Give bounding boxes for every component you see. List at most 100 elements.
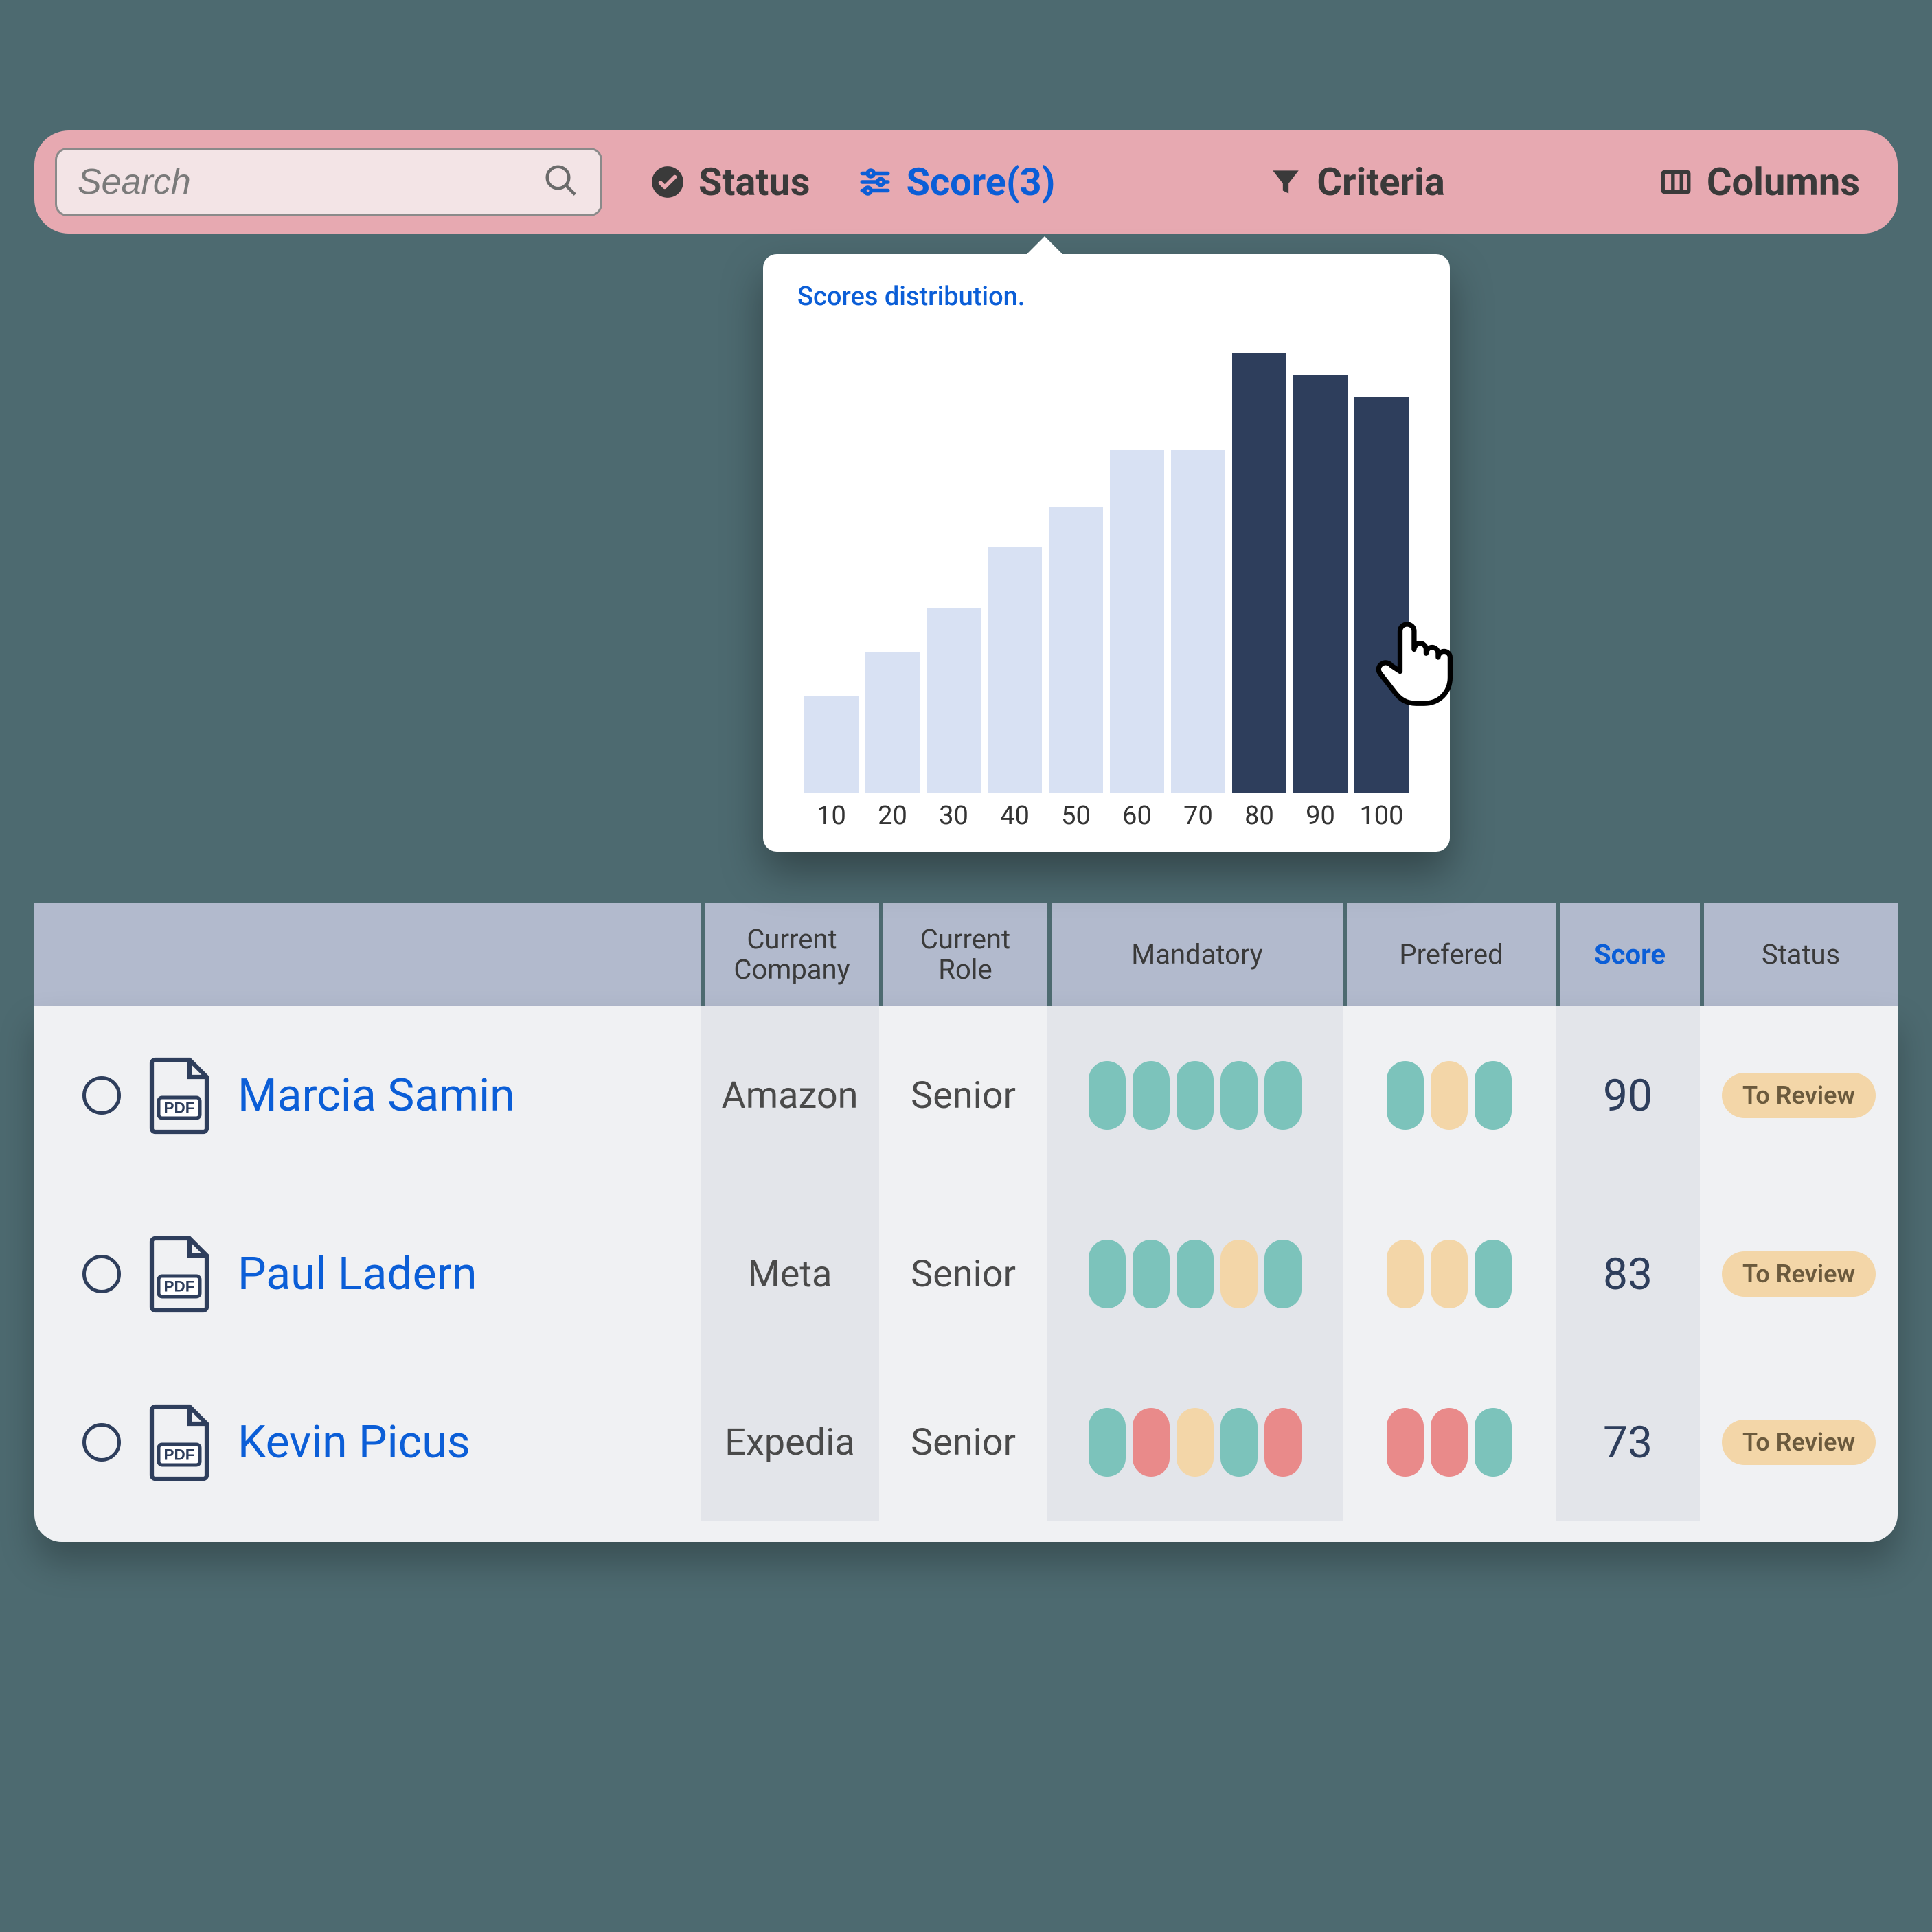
criteria-pill [1431, 1408, 1468, 1477]
filter-columns-label: Columns [1707, 159, 1860, 205]
role-cell: Senior [879, 1185, 1047, 1363]
status-badge[interactable]: To Review [1722, 1420, 1876, 1465]
th-company[interactable]: Current Company [701, 903, 879, 1006]
filter-columns[interactable]: Columns [1659, 159, 1860, 205]
chart-bar[interactable] [865, 652, 920, 793]
filter-score[interactable]: Score(3) [858, 159, 1055, 205]
chart-bar[interactable] [1293, 375, 1348, 793]
score-value: 83 [1603, 1249, 1652, 1300]
svg-text:PDF: PDF [164, 1446, 195, 1463]
criteria-pill [1475, 1061, 1512, 1130]
search-box[interactable] [55, 148, 602, 216]
criteria-pill [1133, 1240, 1170, 1308]
criteria-pill [1220, 1408, 1258, 1477]
status-cell: To Review [1700, 1006, 1898, 1185]
chart-bar[interactable] [1232, 353, 1286, 793]
th-score[interactable]: Score [1556, 903, 1700, 1006]
th-name[interactable] [34, 903, 701, 1006]
score-distribution-chart[interactable] [797, 326, 1416, 793]
filter-status-label: Status [698, 159, 810, 205]
th-status[interactable]: Status [1700, 903, 1898, 1006]
columns-icon [1659, 165, 1693, 199]
mandatory-cell [1047, 1363, 1343, 1521]
search-input[interactable] [78, 161, 543, 203]
candidates-table: Current Company Current Role Mandatory P… [34, 903, 1898, 1542]
chart-tick-label: 90 [1293, 801, 1348, 831]
row-select-radio[interactable] [82, 1076, 121, 1115]
criteria-pill [1475, 1408, 1512, 1477]
filter-status[interactable]: Status [650, 159, 810, 205]
company-cell: Expedia [701, 1363, 879, 1521]
criteria-pill [1387, 1061, 1424, 1130]
mandatory-cell [1047, 1006, 1343, 1185]
company-cell: Amazon [701, 1006, 879, 1185]
filter-score-label: Score(3) [906, 159, 1055, 205]
pdf-icon[interactable]: PDF [145, 1235, 214, 1314]
table-header: Current Company Current Role Mandatory P… [34, 903, 1898, 1006]
table-body: PDF Marcia Samin PDF Paul Ladern PDF Kevin Pi… [34, 1006, 1898, 1542]
score-cell: 83 [1556, 1185, 1700, 1363]
chart-tick-label: 30 [927, 801, 981, 831]
criteria-pill [1220, 1061, 1258, 1130]
criteria-pill [1387, 1240, 1424, 1308]
chart-tick-label: 10 [804, 801, 859, 831]
status-badge[interactable]: To Review [1722, 1251, 1876, 1297]
chart-bar[interactable] [988, 547, 1042, 793]
chart-bar[interactable] [1354, 397, 1409, 793]
score-value: 73 [1603, 1417, 1652, 1468]
chart-tick-label: 50 [1049, 801, 1103, 831]
prefered-cell [1343, 1185, 1556, 1363]
chart-bar[interactable] [1049, 507, 1103, 793]
candidate-name[interactable]: Kevin Picus [238, 1416, 470, 1469]
role-cell: Senior [879, 1006, 1047, 1185]
row-select-radio[interactable] [82, 1423, 121, 1462]
criteria-pill [1177, 1061, 1214, 1130]
criteria-pill [1431, 1061, 1468, 1130]
chart-bar[interactable] [927, 608, 981, 793]
chart-tick-label: 70 [1171, 801, 1225, 831]
check-circle-icon [650, 165, 685, 199]
pdf-icon[interactable]: PDF [145, 1403, 214, 1482]
status-badge[interactable]: To Review [1722, 1073, 1876, 1118]
score-popover: Scores distribution. 1020304050607080901… [763, 254, 1450, 852]
status-cell: To Review [1700, 1185, 1898, 1363]
chart-bar[interactable] [804, 696, 859, 793]
th-prefered[interactable]: Prefered [1343, 903, 1556, 1006]
chart-bar[interactable] [1110, 450, 1164, 793]
chart-tick-label: 20 [865, 801, 920, 831]
filter-criteria[interactable]: Criteria [1269, 159, 1444, 205]
pdf-icon[interactable]: PDF [145, 1056, 214, 1135]
criteria-pill [1177, 1240, 1214, 1308]
th-role[interactable]: Current Role [879, 903, 1047, 1006]
mandatory-cell [1047, 1185, 1343, 1363]
chart-x-labels: 102030405060708090100 [797, 793, 1416, 831]
prefered-cell [1343, 1363, 1556, 1521]
filter-criteria-label: Criteria [1317, 159, 1444, 205]
funnel-icon [1269, 165, 1303, 199]
chart-tick-label: 80 [1232, 801, 1286, 831]
search-icon [543, 162, 580, 202]
row-select-radio[interactable] [82, 1255, 121, 1293]
criteria-pill [1264, 1061, 1302, 1130]
score-cell: 90 [1556, 1006, 1700, 1185]
svg-text:PDF: PDF [164, 1099, 195, 1116]
candidate-name[interactable]: Paul Ladern [238, 1248, 477, 1301]
criteria-pill [1475, 1240, 1512, 1308]
table-row-name-cell: PDF Paul Ladern [34, 1185, 701, 1363]
score-cell: 73 [1556, 1363, 1700, 1521]
criteria-pill [1264, 1408, 1302, 1477]
filter-bar: Status Score(3) Criteria [34, 130, 1898, 234]
role-cell: Senior [879, 1363, 1047, 1521]
criteria-pill [1133, 1408, 1170, 1477]
chart-bar[interactable] [1171, 450, 1225, 793]
pointer-cursor-icon [1364, 611, 1460, 710]
prefered-cell [1343, 1006, 1556, 1185]
th-mandatory[interactable]: Mandatory [1047, 903, 1343, 1006]
criteria-pill [1089, 1408, 1126, 1477]
candidate-name[interactable]: Marcia Samin [238, 1069, 515, 1122]
table-row-name-cell: PDF Marcia Samin [34, 1006, 701, 1185]
chart-tick-label: 40 [988, 801, 1042, 831]
criteria-pill [1431, 1240, 1468, 1308]
score-value: 90 [1603, 1070, 1652, 1122]
criteria-pill [1133, 1061, 1170, 1130]
